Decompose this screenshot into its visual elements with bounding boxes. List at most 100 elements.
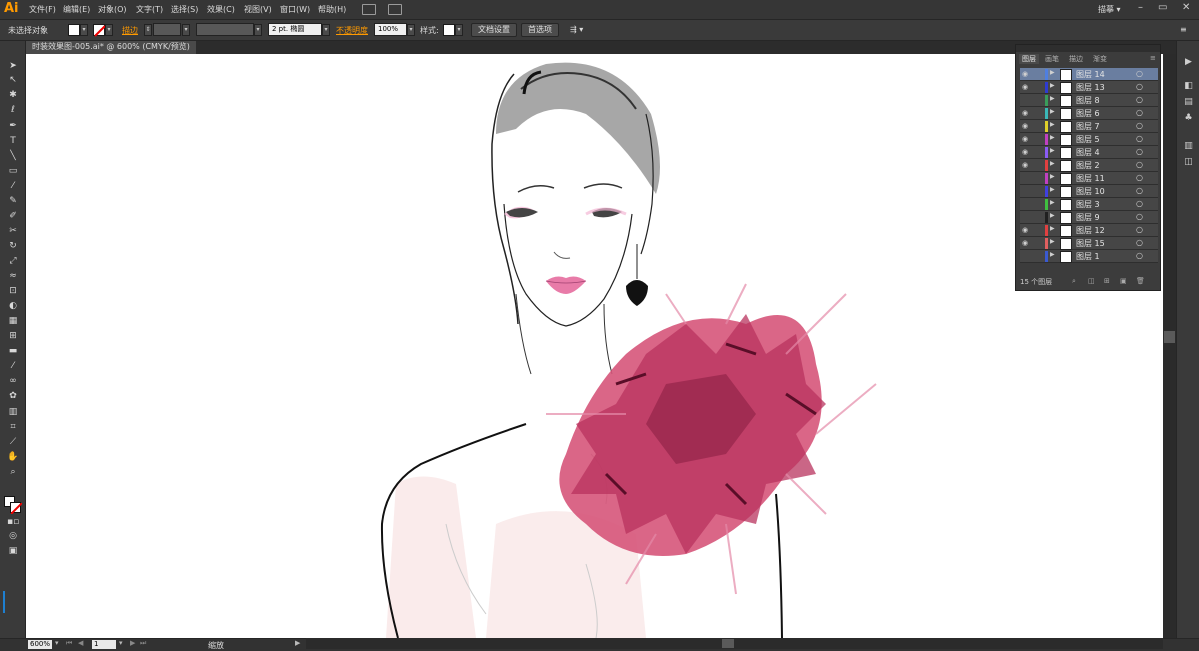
document-setup-button[interactable]: 文档设置: [471, 23, 517, 37]
swatches-icon[interactable]: ▤: [1182, 97, 1195, 108]
expand-triangle-icon[interactable]: ▶: [1050, 186, 1055, 193]
delete-layer-icon[interactable]: 🗑: [1136, 277, 1145, 285]
stroke-dropdown[interactable]: ▾: [105, 24, 113, 36]
new-layer-icon[interactable]: ▣: [1120, 277, 1127, 285]
target-circle-icon[interactable]: ○: [1136, 186, 1143, 195]
clipping-mask-icon[interactable]: ◫: [1088, 277, 1095, 285]
pencil-icon[interactable]: ✎: [7, 196, 19, 207]
tab-stroke[interactable]: 描边: [1069, 54, 1083, 64]
rotate-tool-icon[interactable]: ↻: [7, 241, 19, 252]
layer-name[interactable]: 图层 11: [1076, 173, 1105, 184]
layer-name[interactable]: 图层 8: [1076, 95, 1100, 106]
eyedropper-icon[interactable]: ⁄: [7, 361, 19, 372]
panel-menu-icon[interactable]: ≡: [1150, 54, 1156, 62]
direct-selection-tool-icon[interactable]: ↖: [7, 75, 19, 86]
blend-tool-icon[interactable]: ∞: [7, 376, 19, 387]
preferences-button[interactable]: 首选项: [521, 23, 559, 37]
stroke-swatch[interactable]: [93, 24, 106, 37]
layer-row[interactable]: ▶ 图层 8 ○: [1020, 94, 1158, 107]
profile-dropdown[interactable]: ▾: [254, 24, 262, 36]
layer-name[interactable]: 图层 7: [1076, 121, 1100, 132]
stroke-color-box[interactable]: [10, 502, 23, 515]
first-page-icon[interactable]: ⏮: [66, 639, 72, 648]
visibility-eye-icon[interactable]: ◉: [1022, 161, 1028, 169]
stroke-weight-input[interactable]: [153, 23, 181, 36]
locate-object-icon[interactable]: ⌕: [1072, 277, 1076, 286]
type-tool-icon[interactable]: T: [7, 136, 19, 147]
minimize-button[interactable]: –: [1138, 2, 1143, 13]
color-guide-icon[interactable]: ◧: [1182, 81, 1195, 92]
visibility-eye-icon[interactable]: ◉: [1022, 83, 1028, 91]
tab-brushes[interactable]: 画笔: [1045, 54, 1059, 64]
layer-row[interactable]: ▶ 图层 11 ○: [1020, 172, 1158, 185]
target-circle-icon[interactable]: ○: [1136, 95, 1143, 104]
screen-mode-icon[interactable]: ▣: [7, 546, 19, 557]
tab-gradient[interactable]: 渐变: [1093, 54, 1107, 64]
close-button[interactable]: ✕: [1182, 2, 1190, 13]
layer-row[interactable]: ◉ ▶ 图层 6 ○: [1020, 107, 1158, 120]
layer-row[interactable]: ◉ ▶ 图层 15 ○: [1020, 237, 1158, 250]
graphic-style-swatch[interactable]: [443, 24, 455, 36]
expand-triangle-icon[interactable]: ▶: [1050, 69, 1055, 76]
visibility-eye-icon[interactable]: ◉: [1022, 122, 1028, 130]
layer-name[interactable]: 图层 6: [1076, 108, 1100, 119]
target-circle-icon[interactable]: ○: [1136, 108, 1143, 117]
layer-name[interactable]: 图层 9: [1076, 212, 1100, 223]
zoom-tool-icon[interactable]: ⌕: [7, 467, 19, 478]
opacity-input[interactable]: 100%: [374, 23, 407, 36]
layer-row[interactable]: ◉ ▶ 图层 14 ○: [1020, 68, 1158, 81]
panel-header[interactable]: [1016, 45, 1160, 52]
arrange-icon[interactable]: ⇶ ▾: [570, 25, 583, 34]
expand-triangle-icon[interactable]: ▶: [1050, 238, 1055, 245]
opacity-label-link[interactable]: 不透明度: [336, 25, 368, 36]
layer-name[interactable]: 图层 14: [1076, 69, 1105, 80]
visibility-eye-icon[interactable]: ◉: [1022, 135, 1028, 143]
target-circle-icon[interactable]: ○: [1136, 134, 1143, 143]
layer-row[interactable]: ◉ ▶ 图层 13 ○: [1020, 81, 1158, 94]
slice-tool-icon[interactable]: ⟋: [7, 437, 19, 448]
zoom-dropdown-icon[interactable]: ▾: [55, 639, 59, 647]
layer-row[interactable]: ◉ ▶ 图层 2 ○: [1020, 159, 1158, 172]
expand-triangle-icon[interactable]: ▶: [1050, 212, 1055, 219]
artboard-canvas[interactable]: [26, 54, 1163, 638]
scale-tool-icon[interactable]: ⤢: [7, 256, 19, 267]
drawing-mode-icon[interactable]: ◎: [7, 531, 19, 542]
expand-triangle-icon[interactable]: ▶: [1050, 108, 1055, 115]
panel-menu-icon[interactable]: ≡: [1180, 25, 1187, 34]
tab-layers[interactable]: 图层: [1019, 54, 1039, 64]
prev-page-icon[interactable]: ◀: [78, 639, 83, 647]
layer-name[interactable]: 图层 3: [1076, 199, 1100, 210]
mesh-tool-icon[interactable]: ⊞: [7, 331, 19, 342]
visibility-eye-icon[interactable]: ◉: [1022, 70, 1028, 78]
symbols-icon[interactable]: ♣: [1182, 113, 1195, 124]
opacity-dropdown[interactable]: ▾: [407, 24, 415, 36]
target-circle-icon[interactable]: ○: [1136, 212, 1143, 221]
target-circle-icon[interactable]: ○: [1136, 147, 1143, 156]
vertical-scrollbar[interactable]: [1163, 54, 1176, 638]
align-icon[interactable]: ▥: [1182, 141, 1195, 152]
pathfinder-icon[interactable]: ◫: [1182, 157, 1195, 168]
rectangle-tool-icon[interactable]: ▭: [7, 166, 19, 177]
expand-triangle-icon[interactable]: ▶: [1050, 160, 1055, 167]
page-dropdown-icon[interactable]: ▾: [119, 639, 123, 647]
layer-row[interactable]: ◉ ▶ 图层 4 ○: [1020, 146, 1158, 159]
menu-file[interactable]: 文件(F): [29, 4, 56, 15]
target-circle-icon[interactable]: ○: [1136, 173, 1143, 182]
layer-name[interactable]: 图层 4: [1076, 147, 1100, 158]
visibility-eye-icon[interactable]: ◉: [1022, 109, 1028, 117]
line-tool-icon[interactable]: ╲: [7, 151, 19, 162]
blob-brush-icon[interactable]: ✐: [7, 211, 19, 222]
stroke-label-link[interactable]: 描边: [122, 25, 138, 36]
fill-swatch[interactable]: [68, 24, 80, 36]
scissors-icon[interactable]: ✂: [7, 226, 19, 237]
variable-width-profile[interactable]: [196, 23, 254, 36]
target-circle-icon[interactable]: ○: [1136, 121, 1143, 130]
layer-row[interactable]: ◉ ▶ 图层 12 ○: [1020, 224, 1158, 237]
target-circle-icon[interactable]: ○: [1136, 82, 1143, 91]
gradient-tool-icon[interactable]: ▬: [7, 346, 19, 357]
arrange-documents-icon[interactable]: [388, 4, 402, 15]
horizontal-scrollbar[interactable]: [306, 638, 1163, 649]
perspective-grid-icon[interactable]: ▦: [7, 316, 19, 327]
workspace-switcher[interactable]: 描摹 ▾: [1098, 4, 1121, 15]
style-dropdown[interactable]: ▾: [455, 24, 463, 36]
